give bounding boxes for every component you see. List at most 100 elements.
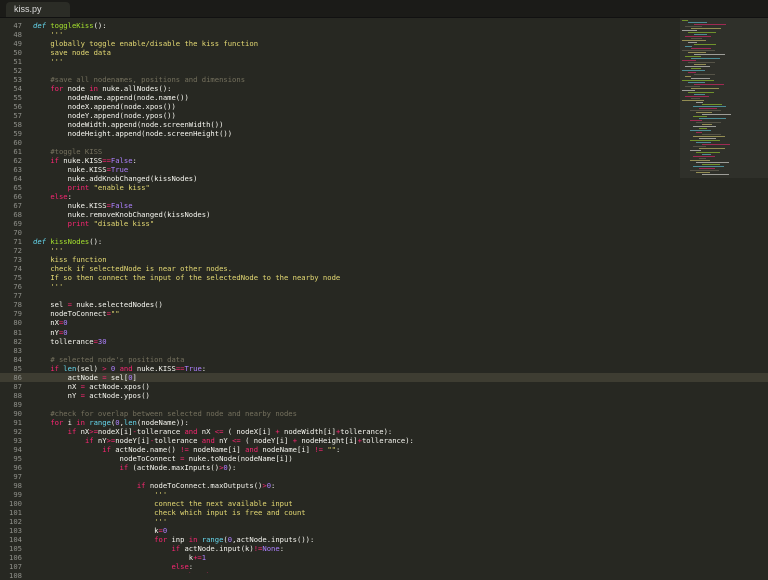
code-line[interactable]: sel = nuke.selectedNodes(): [33, 300, 163, 309]
code-line[interactable]: def toggleKiss():: [33, 21, 107, 30]
code-editor[interactable]: 47 48 49 50 51 52 53 54 55 56 57 58 59 60 61 62 63 64 65 66…: [0, 18, 768, 580]
code-line[interactable]: connect the next available input: [33, 499, 292, 508]
line-number: 95: [13, 453, 22, 463]
minimap-line: [694, 74, 715, 75]
line-number: 48: [13, 29, 22, 39]
line-number: 100: [9, 499, 22, 509]
code-line[interactable]: check if selectedNode is near other node…: [33, 264, 232, 273]
line-number: 91: [13, 417, 22, 427]
line-number: 81: [13, 327, 22, 337]
code-line[interactable]: #save all nodenames, positions and dimen…: [33, 75, 245, 84]
code-line[interactable]: k=0: [33, 526, 167, 535]
code-line[interactable]: # selected node's position data: [33, 355, 184, 364]
code-line[interactable]: nX = actNode.xpos(): [33, 382, 150, 391]
minimap-line: [696, 132, 702, 133]
code-line[interactable]: if actNode.input(k)!=None:: [33, 544, 284, 553]
minimap-line: [693, 126, 716, 127]
code-line[interactable]: ''': [33, 30, 63, 39]
code-line[interactable]: def kissNodes():: [33, 237, 102, 246]
code-line[interactable]: check which input is free and count: [33, 508, 305, 517]
line-number-gutter: 47 48 49 50 51 52 53 54 55 56 57 58 59 60 61 62 63 64 65 66…: [0, 18, 26, 580]
code-line[interactable]: nX=0: [33, 318, 67, 327]
minimap-line: [699, 148, 725, 149]
line-number: 57: [13, 110, 22, 120]
code-line[interactable]: nodeX.append(node.xpos()): [33, 102, 176, 111]
line-number: 105: [9, 544, 22, 554]
code-line[interactable]: ''': [33, 517, 167, 526]
minimap-line: [694, 34, 707, 35]
minimap-line: [682, 50, 715, 51]
minimap-line: [696, 172, 710, 173]
code-line[interactable]: nuke.removeKnobChanged(kissNodes): [33, 210, 211, 219]
minimap-line: [688, 42, 697, 43]
code-line[interactable]: else:: [33, 192, 72, 201]
line-number: 74: [13, 264, 22, 274]
minimap-line: [699, 128, 707, 129]
code-line[interactable]: actNode = sel[0]: [33, 373, 137, 382]
code-line[interactable]: if actNode.name() != nodeName[i] and nod…: [33, 445, 340, 454]
code-area[interactable]: def toggleKiss(): ''' globally toggle en…: [33, 18, 673, 574]
code-line[interactable]: ''': [33, 57, 63, 66]
line-number: 73: [13, 255, 22, 265]
code-line[interactable]: kiss function: [33, 255, 106, 264]
line-number: 68: [13, 210, 22, 220]
code-line[interactable]: nY=0: [33, 328, 67, 337]
minimap[interactable]: [680, 18, 768, 178]
minimap-line: [694, 84, 724, 85]
code-line[interactable]: if nX>=nodeX[i]-tollerance and nX <= ( n…: [33, 427, 393, 436]
code-line[interactable]: nuke.KISS=False: [33, 201, 133, 210]
code-line[interactable]: if nuke.KISS==False:: [33, 156, 137, 165]
code-line[interactable]: else:: [33, 562, 193, 571]
code-line[interactable]: tollerance=30: [33, 337, 106, 346]
code-line[interactable]: nodeToConnect="": [33, 309, 119, 318]
code-line[interactable]: nodeY.append(node.ypos()): [33, 111, 176, 120]
code-line[interactable]: ''': [33, 282, 63, 291]
minimap-line: [691, 48, 711, 49]
code-line[interactable]: if nodeToConnect.maxOutputs()>0:: [33, 481, 275, 490]
minimap-line: [702, 124, 712, 125]
code-line[interactable]: ''': [33, 490, 167, 499]
line-number: 66: [13, 192, 22, 202]
code-line[interactable]: if nY>=nodeY[i]-tollerance and nY <= ( n…: [33, 436, 414, 445]
code-line[interactable]: save node data: [33, 48, 111, 57]
code-line[interactable]: for i in range(0,len(nodeName)):: [33, 418, 189, 427]
line-number: 106: [9, 553, 22, 563]
minimap-line: [694, 54, 725, 55]
minimap-line: [690, 140, 720, 141]
code-line[interactable]: nuke.addKnobChanged(kissNodes): [33, 174, 198, 183]
minimap-line: [693, 146, 706, 147]
code-line[interactable]: if (actNode.maxInputs()>0):: [33, 463, 237, 472]
code-line[interactable]: for node in nuke.allNodes():: [33, 84, 171, 93]
code-line[interactable]: ''': [33, 246, 63, 255]
code-line[interactable]: nodeHeight.append(node.screenHeight()): [33, 129, 232, 138]
minimap-line: [702, 134, 721, 135]
minimap-line: [696, 102, 703, 103]
code-line[interactable]: nodeToConnect = nuke.toNode(nodeName[i]): [33, 454, 293, 463]
code-line[interactable]: nuke.KISS=True: [33, 165, 129, 174]
line-number: 89: [13, 399, 22, 409]
line-number: 85: [13, 363, 22, 373]
line-number: 82: [13, 336, 22, 346]
code-line[interactable]: nY = actNode.ypos(): [33, 391, 150, 400]
code-line[interactable]: k+=1: [33, 553, 206, 562]
line-number: 69: [13, 219, 22, 229]
line-number: 54: [13, 83, 22, 93]
code-line[interactable]: print "disable kiss": [33, 219, 155, 228]
minimap-line: [696, 162, 729, 163]
line-number: 55: [13, 92, 22, 102]
code-line[interactable]: If so then connect the input of the sele…: [33, 273, 340, 282]
line-number: 47: [13, 20, 22, 30]
code-line[interactable]: #check for overlap between selected node…: [33, 409, 297, 418]
code-line[interactable]: print "enable kiss": [33, 183, 150, 192]
line-number: 71: [13, 237, 22, 247]
line-number: 92: [13, 426, 22, 436]
code-line[interactable]: #toggle KISS: [33, 147, 102, 156]
minimap-line: [699, 118, 726, 119]
line-number: 51: [13, 56, 22, 66]
code-line[interactable]: nodeWidth.append(node.screenWidth()): [33, 120, 224, 129]
code-line[interactable]: for inp in range(0,actNode.inputs()):: [33, 535, 314, 544]
code-line[interactable]: if len(sel) > 0 and nuke.KISS==True:: [33, 364, 206, 373]
code-line[interactable]: nodeName.append(node.name()): [33, 93, 189, 102]
tab-kiss-py[interactable]: kiss.py: [6, 2, 70, 17]
code-line[interactable]: globally toggle enable/disable the kiss …: [33, 39, 258, 48]
